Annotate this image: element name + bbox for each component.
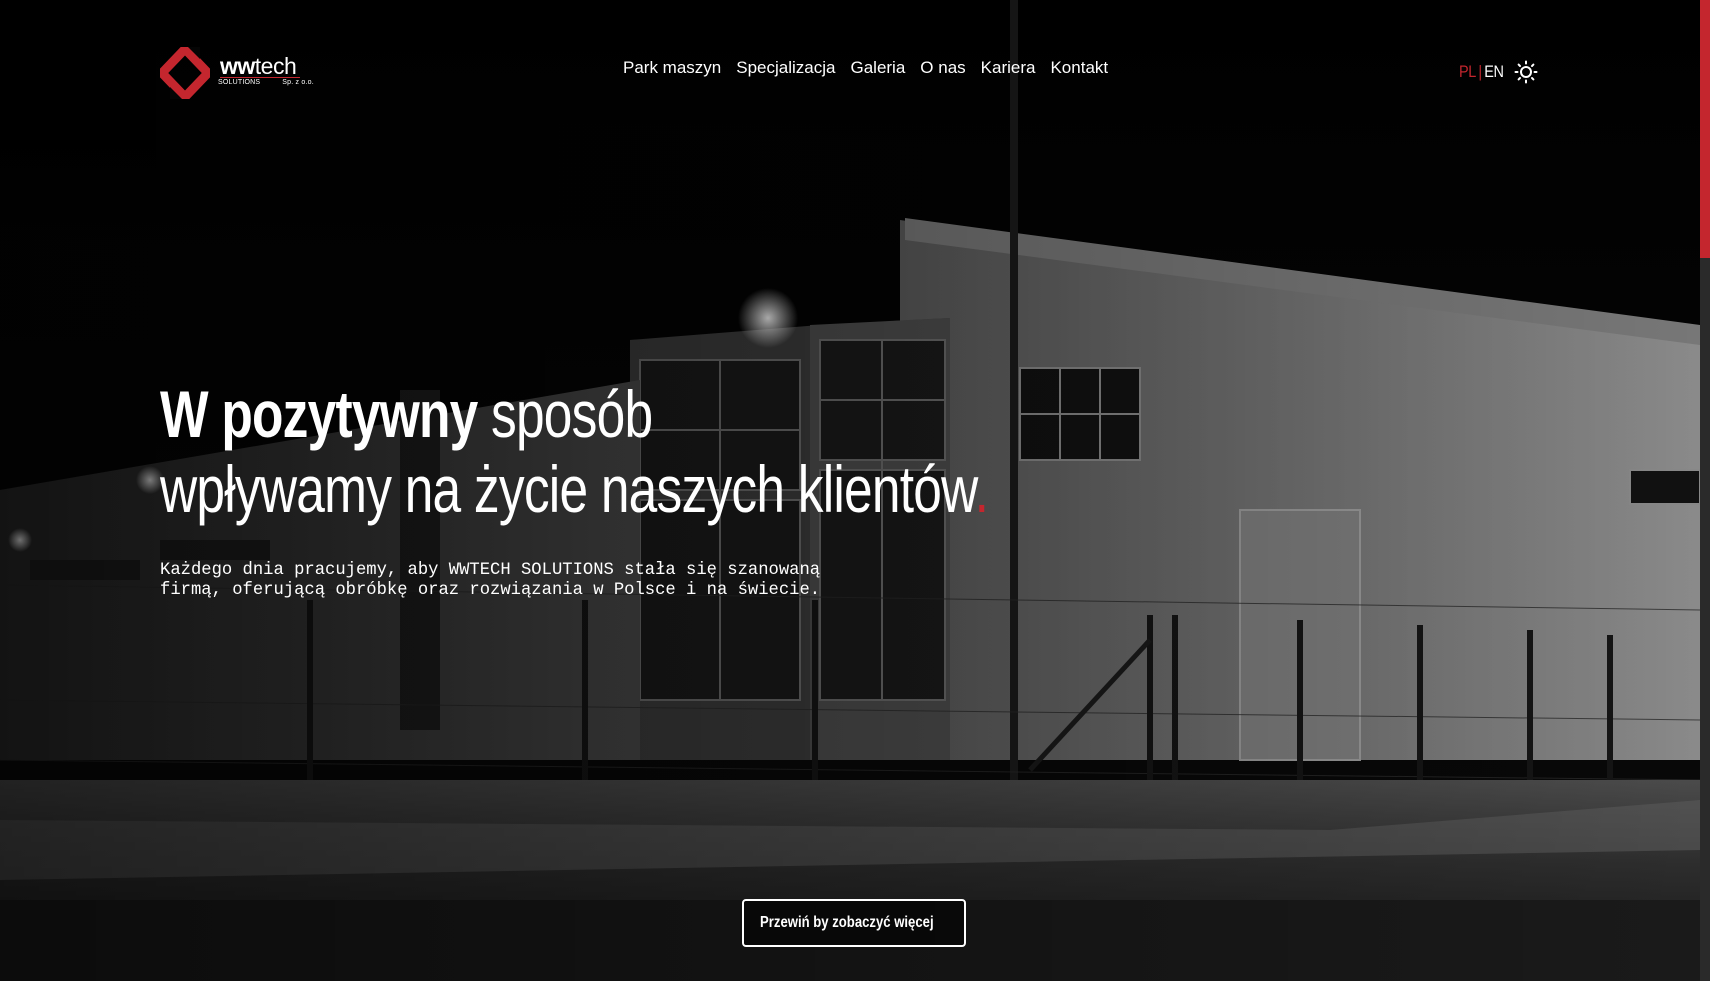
headline-bold: W pozytywny <box>160 377 478 451</box>
nav-item-o-nas[interactable]: O nas <box>920 58 965 78</box>
logo-wordmark: wwtech <box>220 53 297 79</box>
page-scrollbar[interactable] <box>1700 0 1710 981</box>
nav-item-kariera[interactable]: Kariera <box>981 58 1036 78</box>
headline-dot: . <box>974 452 989 526</box>
hero-headline: W pozytywny sposób wpływamy na życie nas… <box>160 377 989 527</box>
logo-mark-icon <box>155 42 215 104</box>
nav-item-specjalizacja[interactable]: Specjalizacja <box>736 58 835 78</box>
sun-icon[interactable] <box>1514 60 1538 84</box>
logo-subtitle: SOLUTIONS Sp. z o.o. <box>218 79 314 86</box>
scroll-more-label: Przewiń by zobaczyć więcej <box>760 914 934 931</box>
language-switcher: PL | EN <box>1459 62 1504 82</box>
lang-separator: | <box>1478 62 1482 81</box>
nav-item-galeria[interactable]: Galeria <box>850 58 905 78</box>
scroll-more-button[interactable]: Przewiń by zobaczyć więcej <box>742 899 966 947</box>
headline-line2: wpływamy na życie naszych klientów <box>160 452 975 526</box>
site-logo[interactable]: wwtech SOLUTIONS Sp. z o.o. <box>155 42 314 104</box>
hero-lead: Każdego dnia pracujemy, aby WWTECH SOLUT… <box>160 561 821 600</box>
page: wwtech SOLUTIONS Sp. z o.o. Park maszyn S… <box>0 0 1710 981</box>
lang-pl[interactable]: PL <box>1459 62 1476 81</box>
logo-underline <box>220 77 300 78</box>
scrollbar-thumb[interactable] <box>1700 0 1710 258</box>
nav-item-park-maszyn[interactable]: Park maszyn <box>623 58 721 78</box>
headline-rest: sposób <box>477 377 653 451</box>
lang-en[interactable]: EN <box>1484 62 1504 81</box>
main-nav: Park maszyn Specjalizacja Galeria O nas … <box>623 58 1108 78</box>
nav-item-kontakt[interactable]: Kontakt <box>1050 58 1108 78</box>
